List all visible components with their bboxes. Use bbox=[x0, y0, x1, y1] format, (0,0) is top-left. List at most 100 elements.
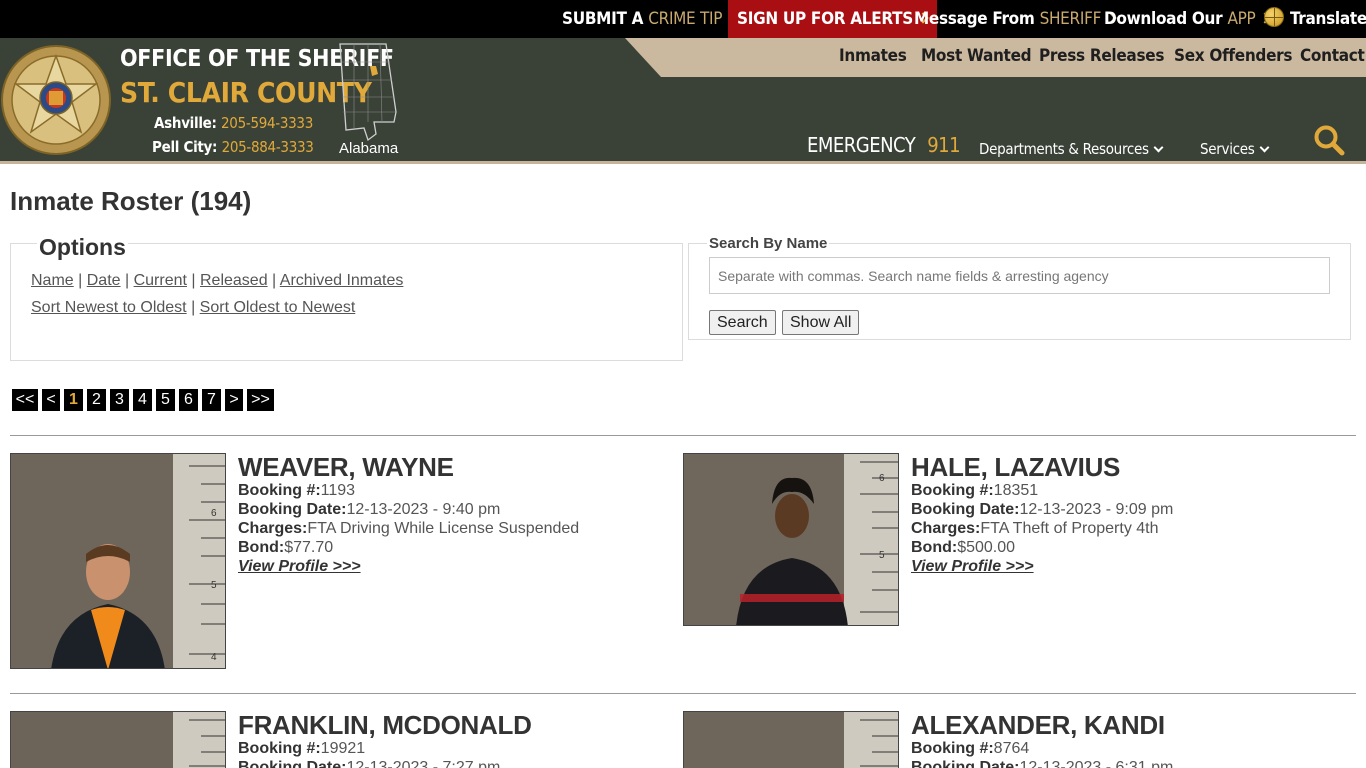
page-1[interactable]: 1 bbox=[64, 389, 83, 411]
sheriff-badge-logo[interactable] bbox=[0, 44, 112, 156]
filter-archived-link[interactable]: Archived Inmates bbox=[280, 272, 404, 289]
inmate-photo[interactable] bbox=[10, 711, 226, 768]
alabama-map-icon bbox=[339, 43, 397, 142]
inmate-name: HALE, LAZAVIUS bbox=[911, 452, 1121, 482]
inmate-booking-no: Booking #:18351 bbox=[911, 482, 1038, 500]
inmate-name: WEAVER, WAYNE bbox=[238, 452, 454, 482]
field-label: Booking Date: bbox=[238, 759, 347, 768]
sign-up-alerts-link[interactable]: SIGN UP FOR ALERTS bbox=[728, 0, 937, 38]
nav-inmates[interactable]: Inmates bbox=[839, 46, 907, 66]
page-4[interactable]: 4 bbox=[133, 389, 152, 411]
field-value: 12-13-2023 - 7:27 pm bbox=[346, 759, 501, 768]
page-7[interactable]: 7 bbox=[202, 389, 221, 411]
field-value: 12-13-2023 - 6:31 pm bbox=[1019, 759, 1174, 768]
inmate-booking-no: Booking #:19921 bbox=[238, 740, 365, 758]
services-label: Services bbox=[1200, 140, 1255, 158]
download-app-link[interactable]: Download Our APP bbox=[1104, 0, 1272, 38]
translate-link[interactable]: Translate bbox=[1264, 0, 1366, 38]
filter-current-link[interactable]: Current bbox=[134, 272, 187, 289]
departments-dropdown[interactable]: Departments & Resources bbox=[979, 140, 1164, 158]
top-utility-bar: SUBMIT A CRIME TIP SIGN UP FOR ALERTS Me… bbox=[0, 0, 1366, 38]
translate-text: Translate bbox=[1290, 9, 1366, 29]
field-label: Bond: bbox=[238, 539, 285, 556]
svg-text:6: 6 bbox=[211, 508, 217, 519]
inmate-photo[interactable]: 6 5 4 bbox=[10, 453, 226, 669]
field-value: $500.00 bbox=[957, 539, 1016, 556]
page-5[interactable]: 5 bbox=[156, 389, 175, 411]
sort-oldest-link[interactable]: Sort Oldest to Newest bbox=[200, 299, 356, 316]
phone-number[interactable]: 205-884-3333 bbox=[222, 138, 314, 156]
field-value: 12-13-2023 - 9:40 pm bbox=[346, 501, 501, 518]
name-search-input[interactable] bbox=[709, 257, 1330, 294]
inmate-name: FRANKLIN, MCDONALD bbox=[238, 710, 532, 740]
nav-most-wanted[interactable]: Most Wanted bbox=[921, 46, 1032, 66]
nav-sex-offenders[interactable]: Sex Offenders bbox=[1174, 46, 1293, 66]
phone-label: Ashville: bbox=[154, 114, 217, 132]
field-value: 12-13-2023 - 9:09 pm bbox=[1019, 501, 1174, 518]
svg-text:5: 5 bbox=[211, 580, 217, 591]
alerts-text: SIGN UP FOR ALERTS bbox=[737, 9, 913, 29]
field-value: 19921 bbox=[320, 740, 366, 757]
field-label: Charges: bbox=[238, 520, 308, 537]
field-label: Booking Date: bbox=[238, 501, 347, 518]
sort-newest-link[interactable]: Sort Newest to Oldest bbox=[31, 299, 187, 316]
field-label: Booking #: bbox=[911, 482, 994, 499]
svg-text:4: 4 bbox=[211, 652, 217, 663]
inmate-photo[interactable] bbox=[683, 711, 899, 768]
chevron-down-icon bbox=[1259, 142, 1269, 153]
sort-links: Sort Newest to Oldest | Sort Oldest to N… bbox=[31, 299, 356, 316]
inmate-booking-date: Booking Date:12-13-2023 - 9:40 pm bbox=[238, 501, 500, 519]
field-label: Charges: bbox=[911, 520, 981, 537]
inmate-charges: Charges:FTA Theft of Property 4th bbox=[911, 520, 1159, 538]
inmate-bond: Bond:$500.00 bbox=[911, 539, 1015, 557]
field-label: Booking Date: bbox=[911, 759, 1020, 768]
inmate-booking-date: Booking Date:12-13-2023 - 9:09 pm bbox=[911, 501, 1173, 519]
message-from-sheriff-link[interactable]: Message From SHERIFF bbox=[914, 0, 1117, 38]
nav-press-releases[interactable]: Press Releases bbox=[1039, 46, 1164, 66]
page-next[interactable]: > bbox=[225, 389, 243, 411]
inmate-booking-no: Booking #:1193 bbox=[238, 482, 355, 500]
nav-contact[interactable]: Contact bbox=[1300, 46, 1365, 66]
view-profile-link[interactable]: View Profile >>> bbox=[911, 558, 1034, 576]
page-last[interactable]: >> bbox=[247, 389, 274, 411]
filter-date-link[interactable]: Date bbox=[87, 272, 121, 289]
crime-tip-text: SUBMIT A bbox=[562, 9, 644, 29]
field-label: Bond: bbox=[911, 539, 958, 556]
page-6[interactable]: 6 bbox=[179, 389, 198, 411]
svg-text:6: 6 bbox=[879, 473, 885, 484]
search-button[interactable]: Search bbox=[709, 310, 776, 335]
filter-released-link[interactable]: Released bbox=[200, 272, 268, 289]
search-legend: Search By Name bbox=[707, 235, 830, 252]
phone-pell-city: Pell City: 205-884-3333 bbox=[152, 138, 314, 156]
departments-label: Departments & Resources bbox=[979, 140, 1149, 158]
filter-links: Name | Date | Current | Released | Archi… bbox=[31, 272, 404, 289]
view-profile-link[interactable]: View Profile >>> bbox=[238, 558, 361, 576]
page-prev[interactable]: < bbox=[42, 389, 60, 411]
inmate-booking-date: Booking Date:12-13-2023 - 7:27 pm bbox=[238, 759, 500, 768]
message-text: Message From bbox=[914, 9, 1035, 29]
site-header: OFFICE OF THE SHERIFF ST. CLAIR COUNTY A… bbox=[0, 38, 1366, 164]
field-value: 8764 bbox=[993, 740, 1030, 757]
message-highlight: SHERIFF bbox=[1039, 9, 1102, 29]
crime-tip-highlight: CRIME TIP bbox=[648, 9, 723, 29]
field-value: $77.70 bbox=[284, 539, 334, 556]
chevron-down-icon bbox=[1153, 142, 1164, 153]
app-text: Download Our bbox=[1104, 9, 1223, 29]
services-dropdown[interactable]: Services bbox=[1200, 140, 1269, 158]
inmate-charges: Charges:FTA Driving While License Suspen… bbox=[238, 520, 579, 538]
emergency-digits[interactable]: 911 bbox=[927, 133, 960, 157]
page-2[interactable]: 2 bbox=[87, 389, 106, 411]
page-first[interactable]: << bbox=[12, 389, 38, 411]
submit-crime-tip-link[interactable]: SUBMIT A CRIME TIP bbox=[562, 0, 738, 38]
app-highlight: APP bbox=[1227, 9, 1256, 29]
phone-ashville: Ashville: 205-594-3333 bbox=[154, 114, 313, 132]
search-icon[interactable] bbox=[1313, 124, 1345, 156]
field-label: Booking Date: bbox=[911, 501, 1020, 518]
inmate-name: ALEXANDER, KANDI bbox=[911, 710, 1165, 740]
divider bbox=[10, 693, 1356, 694]
inmate-photo[interactable]: 6 5 bbox=[683, 453, 899, 626]
filter-name-link[interactable]: Name bbox=[31, 272, 74, 289]
show-all-button[interactable]: Show All bbox=[782, 310, 860, 335]
page-3[interactable]: 3 bbox=[110, 389, 129, 411]
phone-number[interactable]: 205-594-3333 bbox=[221, 114, 313, 132]
